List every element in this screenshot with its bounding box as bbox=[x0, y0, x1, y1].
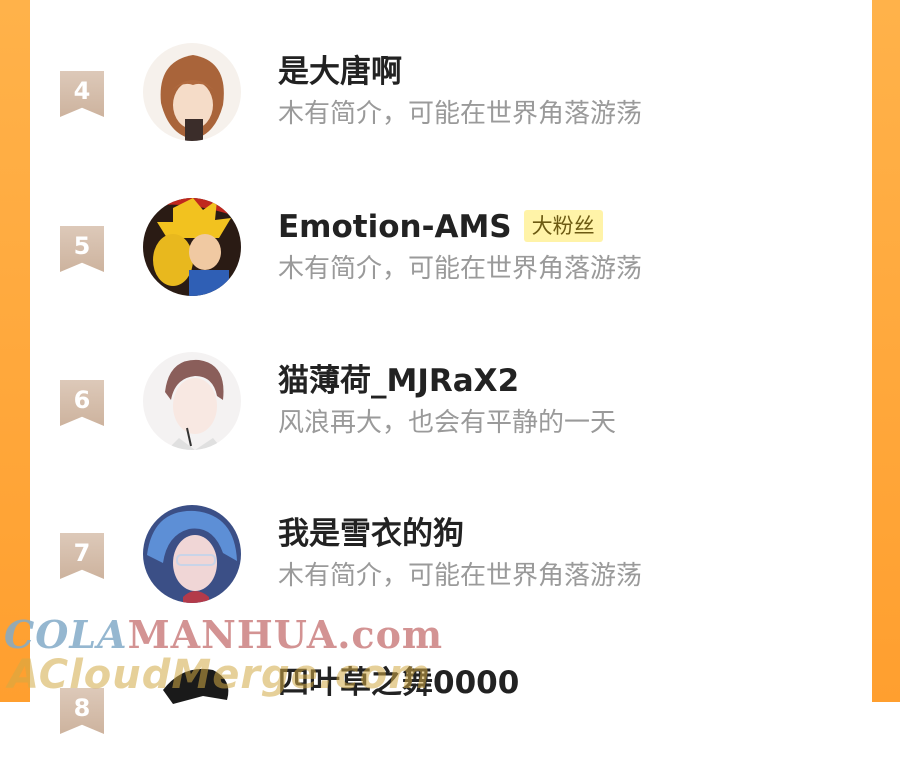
user-name[interactable]: 猫薄荷_MJRaX2 bbox=[278, 362, 519, 400]
avatar-image bbox=[143, 198, 241, 296]
rank-number: 7 bbox=[73, 539, 91, 567]
user-name-text: 猫薄荷_MJRaX2 bbox=[278, 363, 520, 399]
rank-badge: 4 bbox=[60, 71, 104, 117]
watermark-colamanhua: COLAMANHUA.com bbox=[4, 612, 443, 657]
rank-badge: 6 bbox=[60, 380, 104, 426]
avatar[interactable] bbox=[143, 198, 241, 296]
rank-badge: 5 bbox=[60, 226, 104, 272]
user-name-text: Emotion-AMS bbox=[278, 209, 512, 245]
user-name[interactable]: 是大唐啊 bbox=[278, 53, 402, 91]
watermark-main: MANHUA.com bbox=[127, 612, 444, 657]
user-name-text: 我是雪衣的狗 bbox=[278, 516, 464, 552]
avatar-image bbox=[143, 43, 241, 141]
user-bio: 木有简介，可能在世界角落游荡 bbox=[278, 254, 643, 284]
list-item[interactable]: 5 Emotion-AMS 大粉丝 木有简介，可能在世界角落游荡 bbox=[30, 198, 872, 308]
fan-level-badge: 大粉丝 bbox=[523, 210, 603, 242]
avatar-image bbox=[143, 505, 241, 603]
rank-badge: 7 bbox=[60, 533, 104, 579]
left-orange-border bbox=[0, 0, 30, 702]
right-orange-border bbox=[872, 0, 900, 702]
list-item[interactable]: 4 是大唐啊 木有简介，可能在世界角落游荡 bbox=[30, 43, 872, 153]
fan-ranking-list: 4 是大唐啊 木有简介，可能在世界角落游荡 5 Emotion-AMS 大粉丝 … bbox=[30, 0, 872, 758]
rank-number: 4 bbox=[73, 77, 91, 105]
watermark-acloudmerge: ACloudMerge.com bbox=[8, 652, 431, 698]
user-bio: 风浪再大，也会有平静的一天 bbox=[278, 408, 617, 438]
user-bio: 木有简介，可能在世界角落游荡 bbox=[278, 99, 643, 129]
avatar[interactable] bbox=[143, 352, 241, 450]
user-name[interactable]: 我是雪衣的狗 bbox=[278, 515, 464, 553]
watermark-prefix: COLA bbox=[4, 612, 128, 657]
list-item[interactable]: 7 我是雪衣的狗 木有简介，可能在世界角落游荡 bbox=[30, 505, 872, 615]
list-item[interactable]: 6 猫薄荷_MJRaX2 风浪再大，也会有平静的一天 bbox=[30, 352, 872, 462]
avatar-image bbox=[143, 352, 241, 450]
avatar[interactable] bbox=[143, 505, 241, 603]
rank-number: 5 bbox=[73, 232, 91, 260]
user-name[interactable]: Emotion-AMS 大粉丝 bbox=[278, 208, 603, 246]
user-name-text: 是大唐啊 bbox=[278, 54, 402, 90]
user-bio: 木有简介，可能在世界角落游荡 bbox=[278, 561, 643, 591]
avatar[interactable] bbox=[143, 43, 241, 141]
rank-number: 6 bbox=[73, 386, 91, 414]
